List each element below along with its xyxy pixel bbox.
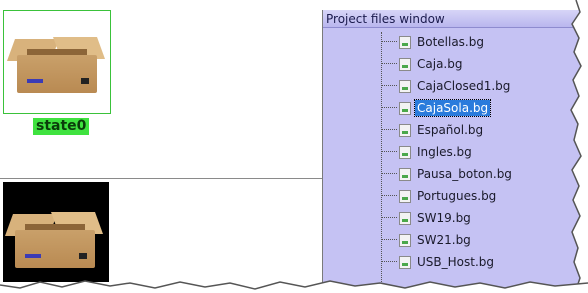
tree-branch	[381, 85, 397, 87]
file-item[interactable]: Pausa_boton.bg	[381, 164, 514, 184]
tree-branch	[381, 107, 397, 109]
file-image-icon	[399, 233, 411, 247]
box-body	[15, 230, 95, 268]
file-image-icon	[399, 101, 411, 115]
state-preview[interactable]	[3, 182, 109, 282]
file-item[interactable]: Botellas.bg	[381, 32, 486, 52]
box-body	[17, 55, 97, 93]
file-name: CajaSola.bg	[413, 99, 492, 117]
file-name: Español.bg	[417, 123, 484, 137]
project-files-window: Project files window Botellas.bg Caja.bg C…	[322, 10, 588, 293]
box-image	[6, 29, 106, 99]
state-label[interactable]: state0	[33, 118, 90, 135]
tree-branch	[381, 195, 397, 197]
file-name: SW21.bg	[417, 233, 471, 247]
file-item[interactable]: SW21.bg	[381, 230, 473, 250]
file-item[interactable]: CajaClosed1.bg	[381, 76, 512, 96]
tree-branch	[381, 173, 397, 175]
box-sticker	[27, 79, 43, 83]
file-image-icon	[399, 35, 411, 49]
file-name: Caja.bg	[417, 57, 463, 71]
tree-branch	[381, 129, 397, 131]
file-image-icon	[399, 255, 411, 269]
file-name: Portugues.bg	[417, 189, 497, 203]
file-name: Botellas.bg	[417, 35, 484, 49]
file-item[interactable]: Caja.bg	[381, 54, 464, 74]
file-image-icon	[399, 167, 411, 181]
tree-branch	[381, 63, 397, 65]
file-image-icon	[399, 123, 411, 137]
file-image-icon	[399, 189, 411, 203]
state-thumbnail-frame[interactable]	[3, 10, 111, 114]
file-item[interactable]: Ingles.bg	[381, 142, 474, 162]
file-name: CajaClosed1.bg	[417, 79, 511, 93]
box-mark	[81, 78, 89, 84]
file-image-icon	[399, 79, 411, 93]
file-name: USB_Host.bg	[417, 255, 495, 269]
file-name: SW19.bg	[417, 211, 471, 225]
file-item[interactable]: CajaSola.bg	[381, 98, 492, 118]
tree-branch	[381, 41, 397, 43]
preview-panel	[0, 179, 322, 293]
torn-edge-right	[570, 0, 588, 293]
file-image-icon	[399, 145, 411, 159]
torn-edge-bottom	[0, 280, 588, 293]
file-item[interactable]: Portugues.bg	[381, 186, 498, 206]
tree-branch	[381, 151, 397, 153]
file-image-icon	[399, 211, 411, 225]
box-mark	[79, 253, 87, 259]
file-image-icon	[399, 57, 411, 71]
window-title[interactable]: Project files window	[323, 10, 588, 28]
state-editor-panel: state0	[0, 0, 322, 178]
file-name: Ingles.bg	[417, 145, 472, 159]
tree-branch	[381, 217, 397, 219]
box-image-preview	[4, 204, 104, 274]
file-name: Pausa_boton.bg	[417, 167, 512, 181]
file-item[interactable]: Español.bg	[381, 120, 485, 140]
file-item[interactable]: USB_Host.bg	[381, 252, 496, 272]
tree-branch	[381, 261, 397, 263]
tree-branch	[381, 239, 397, 241]
box-sticker	[25, 254, 41, 258]
file-item[interactable]: SW19.bg	[381, 208, 473, 228]
